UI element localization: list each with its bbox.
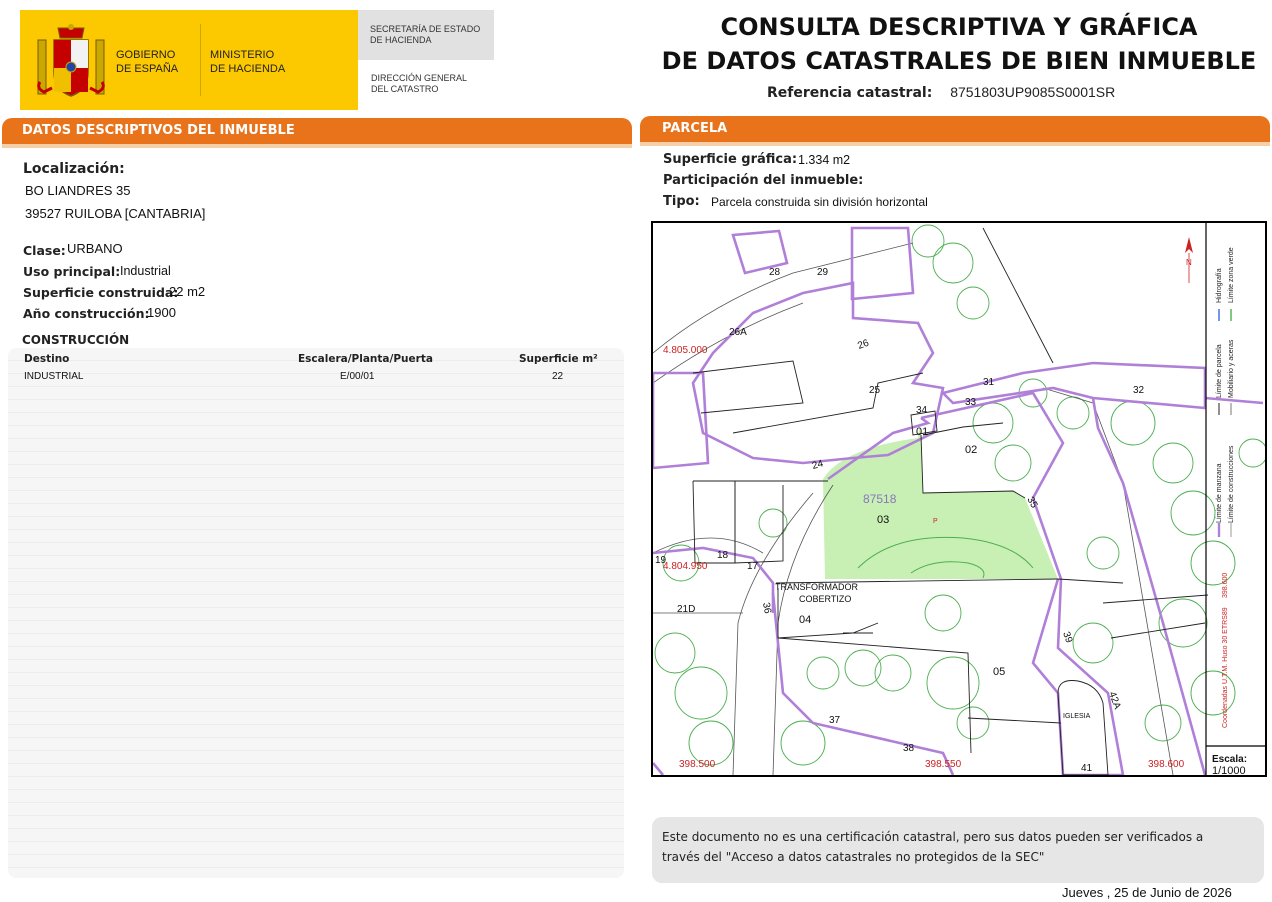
direccion-general-name: DIRECCIÓN GENERAL DEL CATASTRO: [371, 73, 468, 94]
document-title: CONSULTA DESCRIPTIVA Y GRÁFICA DE DATOS …: [661, 13, 1257, 75]
map-label-32: 32: [1133, 385, 1145, 396]
disclaimer-note: Este documento no es una certificación c…: [652, 817, 1264, 883]
map-label-iglesia: IGLESIA: [1063, 713, 1091, 720]
map-label-41: 41: [1081, 763, 1093, 774]
map-subparcel-05: 05: [993, 666, 1005, 678]
map-label-21d: 21D: [677, 604, 695, 615]
uso-label: Uso principal:: [23, 264, 121, 279]
table-header-destino: Destino: [24, 353, 70, 365]
coat-of-arms-icon: [37, 24, 105, 97]
map-drawing: 28 29 26 26A 25 24 31 32 33 34 35 36 37 …: [653, 223, 1265, 775]
legend-mobiliario: Mobiliario y aceras: [1228, 339, 1235, 398]
cadastral-map[interactable]: 28 29 26 26A 25 24 31 32 33 34 35 36 37 …: [651, 221, 1267, 777]
map-label-29: 29: [817, 267, 829, 278]
map-label-31: 31: [983, 377, 995, 388]
table-cell-escalera: E/00/01: [340, 371, 375, 382]
map-label-26: 26: [856, 338, 871, 352]
map-label-transformador: TRANSFORMADOR: [775, 582, 859, 592]
uso-value: Industrial: [120, 264, 171, 278]
anio-construccion-value: 1900: [147, 305, 176, 320]
map-subparcel-02: 02: [965, 444, 977, 456]
scale-value: 1/1000: [1212, 765, 1246, 775]
section-underline-left: [2, 144, 632, 148]
map-parcel-marker: P: [933, 518, 938, 525]
map-subparcel-03: 03: [877, 514, 889, 526]
map-label-cobertizo: COBERTIZO: [799, 594, 851, 604]
clase-label: Clase:: [23, 243, 66, 258]
map-label-17: 17: [747, 561, 759, 572]
map-label-38: 38: [903, 743, 915, 754]
clase-value: URBANO: [67, 241, 123, 256]
legend-coords: Coordenadas U.T.M. Huso 30 ETRS89: [1222, 607, 1229, 728]
table-header-escalera: Escalera/Planta/Puerta: [298, 353, 433, 365]
government-logo: GOBIERNO DE ESPAÑA MINISTERIO DE HACIEND…: [20, 10, 358, 110]
map-coord-y1: 4.805.000: [663, 345, 708, 356]
map-coord-y2: 4.804.950: [663, 561, 708, 572]
map-coord-x1: 398.500: [679, 759, 716, 770]
legend-parcela: Límite de parcela: [1216, 344, 1223, 398]
superficie-construida-value: 22 m2: [169, 284, 206, 299]
address-line-2: 39527 RUILOBA [CANTABRIA]: [25, 206, 206, 221]
secretaria-name: SECRETARÍA DE ESTADO DE HACIENDA: [370, 24, 481, 45]
legend-construcciones: Límite de construcciones: [1228, 445, 1235, 523]
logo-divider: [200, 24, 201, 96]
section-title-parcela: PARCELA: [640, 116, 1270, 142]
table-cell-destino: INDUSTRIAL: [24, 371, 84, 382]
government-name: GOBIERNO DE ESPAÑA: [116, 49, 179, 75]
anio-construccion-label: Año construcción:: [23, 306, 150, 321]
map-subparcel-01: 01: [916, 426, 928, 438]
legend-coords-value: 398.600: [1222, 573, 1229, 598]
map-subparcel-04: 04: [799, 614, 811, 626]
superficie-grafica-label: Superficie gráfica:: [663, 152, 798, 167]
ministry-name: MINISTERIO DE HACIENDA: [210, 49, 286, 75]
map-label-42a: 42A: [1106, 690, 1123, 711]
parcel-area: [823, 421, 1058, 579]
tipo-value: Parcela construida sin división horizont…: [711, 195, 928, 209]
construccion-title: CONSTRUCCIÓN: [22, 333, 130, 347]
address-line-1: BO LIANDRES 35: [25, 183, 131, 198]
legend-manzana: Límite de manzana: [1216, 463, 1223, 523]
section-underline-right: [640, 142, 1270, 146]
tipo-label: Tipo:: [663, 194, 700, 209]
cadastral-reference-value: 8751803UP9085S0001SR: [950, 84, 1116, 100]
map-label-28: 28: [769, 267, 781, 278]
map-label-26a: 26A: [729, 327, 747, 338]
section-title-descriptive: DATOS DESCRIPTIVOS DEL INMUEBLE: [2, 118, 632, 144]
document-date: Jueves , 25 de Junio de 2026: [1062, 885, 1232, 900]
map-label-33: 33: [965, 397, 977, 408]
map-label-39: 39: [1060, 630, 1074, 645]
scale-label: Escala:: [1212, 754, 1247, 765]
legend-hidrografia: Hidrografía: [1216, 268, 1223, 303]
secretaria-block: SECRETARÍA DE ESTADO DE HACIENDA: [358, 10, 494, 60]
map-label-36: 36: [760, 602, 773, 615]
disclaimer-line-1: Este documento no es una certificación c…: [662, 830, 1204, 844]
disclaimer-line-2: través del "Acceso a datos catastrales n…: [662, 850, 1045, 864]
north-arrow-icon: N: [1185, 237, 1193, 283]
table-header-superficie: Superficie m²: [519, 353, 598, 365]
cadastral-reference-label: Referencia catastral:: [767, 85, 933, 101]
map-label-18: 18: [717, 550, 729, 561]
map-label-37: 37: [829, 715, 841, 726]
map-parcel-number: 87518: [863, 492, 897, 506]
legend-zona-verde: Límite zona verde: [1228, 247, 1235, 303]
map-label-34: 34: [916, 405, 928, 416]
superficie-construida-label: Superficie construida:: [23, 285, 179, 300]
table-cell-superficie: 22: [552, 371, 564, 382]
location-label: Localización:: [23, 161, 125, 177]
superficie-grafica-value: 1.334 m2: [798, 153, 851, 167]
map-coord-x2: 398.550: [925, 759, 962, 770]
construction-table: Destino Escalera/Planta/Puerta Superfici…: [8, 348, 624, 878]
participacion-label: Participación del inmueble:: [663, 173, 864, 188]
cadastral-reference: Referencia catastral: 8751803UP9085S0001…: [767, 84, 1115, 101]
map-label-25: 25: [869, 385, 881, 396]
map-coord-x3: 398.600: [1148, 759, 1185, 770]
